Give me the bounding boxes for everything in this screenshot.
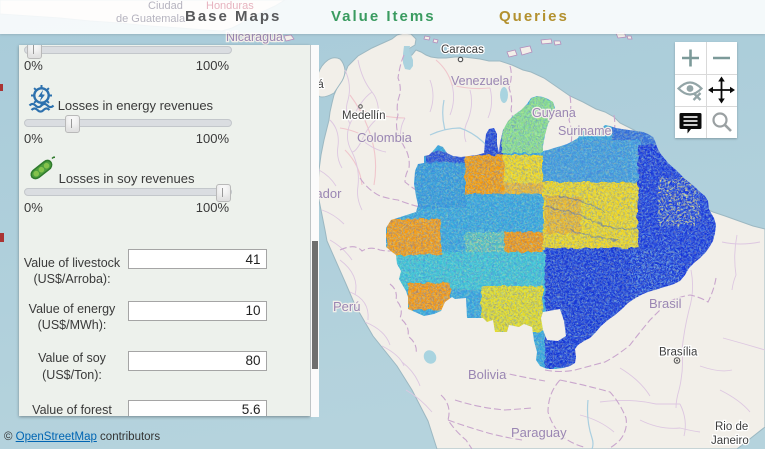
svg-text:Janeiro: Janeiro [711, 435, 749, 447]
svg-text:Caracas: Caracas [441, 44, 484, 56]
svg-text:Venezuela: Venezuela [451, 74, 509, 88]
svg-text:Guyana: Guyana [532, 106, 576, 120]
svg-text:Colombia: Colombia [357, 130, 413, 145]
svg-text:Brasil: Brasil [649, 296, 682, 311]
svg-text:Suriname: Suriname [558, 124, 612, 138]
svg-text:Bolivia: Bolivia [468, 367, 507, 382]
svg-text:Rio de: Rio de [715, 421, 748, 433]
svg-text:Medellín: Medellín [342, 110, 385, 122]
svg-text:Paraguay: Paraguay [511, 425, 567, 440]
svg-text:Perú: Perú [333, 299, 360, 314]
svg-text:Brasília: Brasília [659, 347, 698, 359]
